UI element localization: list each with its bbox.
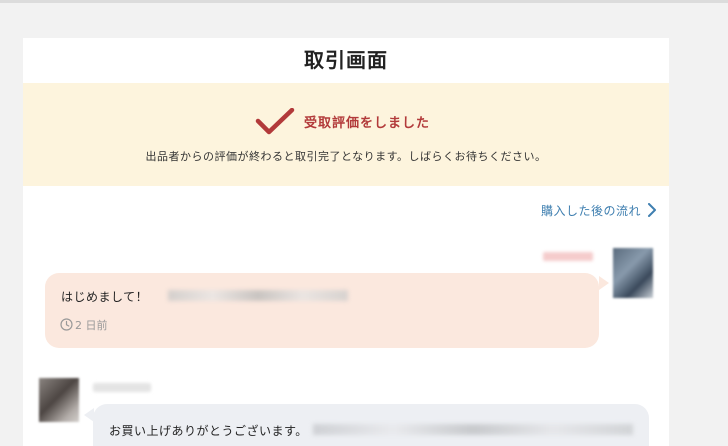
notice-banner: 受取評価をしました 出品者からの評価が終わると取引完了となります。しばらくお待ち… (23, 83, 669, 186)
bubble-tail (599, 276, 609, 290)
notice-body: 出品者からの評価が終わると取引完了となります。しばらくお待ちください。 (145, 150, 547, 163)
redacted-text (313, 424, 633, 435)
transaction-panel: 取引画面 受取評価をしました 出品者からの評価が終わると取引完了となります。しば… (23, 38, 669, 446)
chevron-right-icon[interactable] (647, 203, 657, 217)
avatar[interactable] (613, 248, 653, 298)
message-text: はじめまして！ (61, 290, 149, 304)
checkmark-icon (255, 108, 295, 135)
clock-icon (60, 318, 73, 331)
redacted-username (93, 383, 151, 392)
bubble-tail (84, 408, 94, 422)
redacted-username (543, 252, 593, 261)
purchase-flow-link[interactable]: 購入した後の流れ (541, 202, 641, 219)
page-title: 取引画面 (304, 48, 388, 72)
message-timestamp: 2 日前 (75, 319, 108, 332)
top-border (0, 0, 728, 3)
avatar[interactable] (39, 378, 79, 422)
message-bubble-own (45, 273, 599, 348)
message-text: お買い上げありがとうございます。 (109, 424, 308, 438)
redacted-text (168, 290, 348, 301)
notice-heading: 受取評価をしました (304, 116, 431, 131)
